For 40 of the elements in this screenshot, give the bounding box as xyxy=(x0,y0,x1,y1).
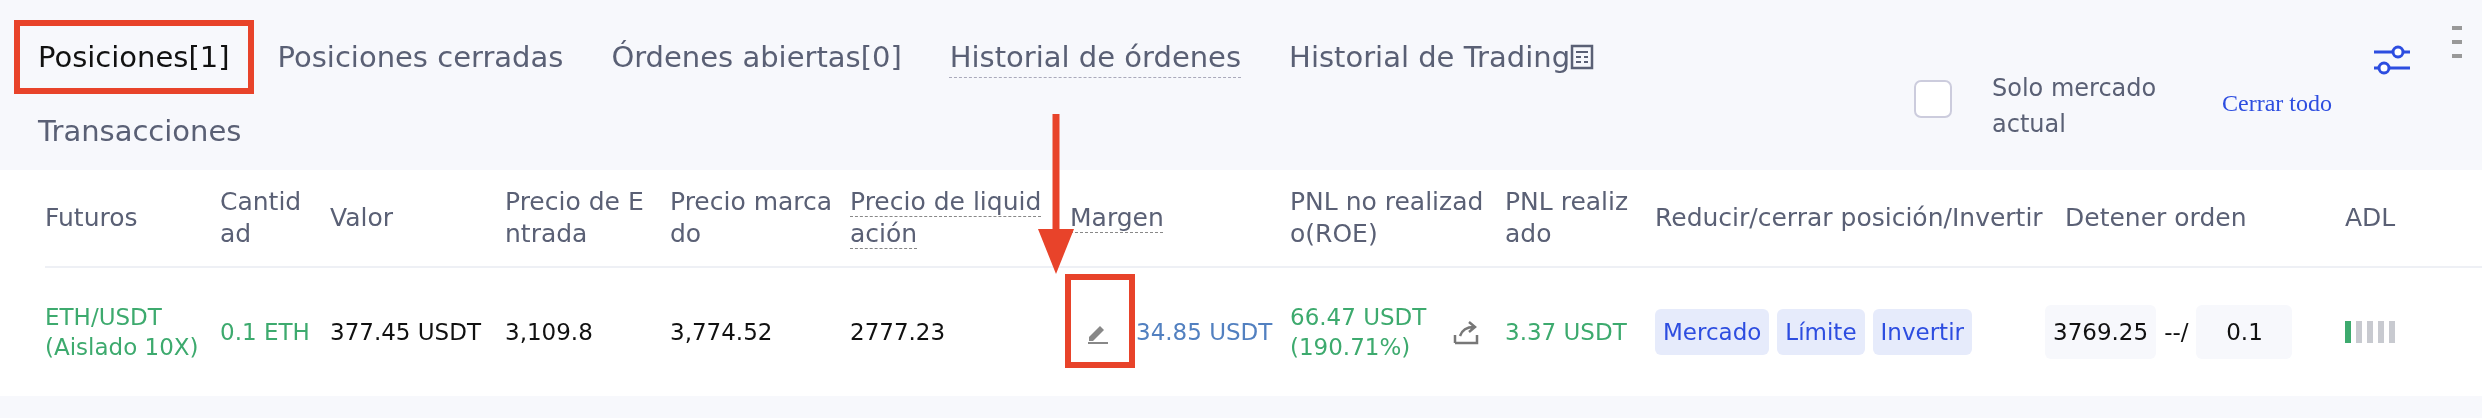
checkbox-label: Solo mercado actual xyxy=(1992,73,2158,140)
roe-text: (190.71%) xyxy=(1290,333,1412,362)
tab[interactable]: Historial de Trading xyxy=(1265,20,1619,94)
margin-text: 34.85 USDT xyxy=(1136,319,1273,345)
liquidation-price-text: 2777.23 xyxy=(850,319,946,345)
tab[interactable]: Posiciones cerradas xyxy=(253,20,588,94)
close-all-link[interactable]: Cerrar todo xyxy=(2222,90,2332,117)
column-header: Precio de liquidación xyxy=(850,186,1043,250)
column-header: PNL realizado xyxy=(1505,186,1630,250)
unrealized-pnl-text: 66.47 USDT xyxy=(1290,303,1427,332)
document-icon xyxy=(1570,44,1595,70)
separator-text: --/ xyxy=(2164,319,2189,345)
share-icon[interactable] xyxy=(1452,319,1481,345)
column-header: ADL xyxy=(2345,202,2396,234)
column-header: Valor xyxy=(330,202,393,234)
checkbox[interactable] xyxy=(1914,80,1953,118)
column-header: Cantidad xyxy=(220,186,303,250)
column-header: Reducir/cerrar posición/Invertir xyxy=(1655,202,2043,234)
margin-mode-text: (Aislado 10X) xyxy=(45,333,199,362)
column-header: Detener orden xyxy=(2065,202,2247,234)
stop-quantity-field[interactable]: 0.1 xyxy=(2196,305,2293,359)
tab[interactable]: Posiciones[1] xyxy=(14,20,254,94)
value-text: 377.45 USDT xyxy=(330,319,481,345)
column-header: Precio de Entrada xyxy=(505,186,645,250)
tab[interactable]: Órdenes abiertas[0] xyxy=(587,20,926,94)
action-button[interactable]: Límite xyxy=(1777,309,1865,355)
tab[interactable]: Transacciones xyxy=(14,94,266,168)
tab[interactable]: Historial de órdenes xyxy=(925,20,1266,94)
column-header: PNL no realizado(ROE) xyxy=(1290,186,1485,250)
mark-price-text: 3,774.52 xyxy=(670,319,773,345)
column-header: Futuros xyxy=(45,202,138,234)
column-header: Precio marcado xyxy=(670,186,834,250)
action-button[interactable]: Mercado xyxy=(1655,309,1770,355)
action-button[interactable]: Invertir xyxy=(1872,309,1972,355)
realized-pnl-text: 3.37 USDT xyxy=(1505,318,1627,347)
quantity-text: 0.1 ETH xyxy=(220,318,310,347)
entry-price-text: 3,109.8 xyxy=(505,319,593,345)
column-header: Margen xyxy=(1070,202,1164,234)
stop-price-field[interactable]: 3769.25 xyxy=(2045,305,2157,359)
pair-text: ETH/USDT xyxy=(45,303,163,332)
